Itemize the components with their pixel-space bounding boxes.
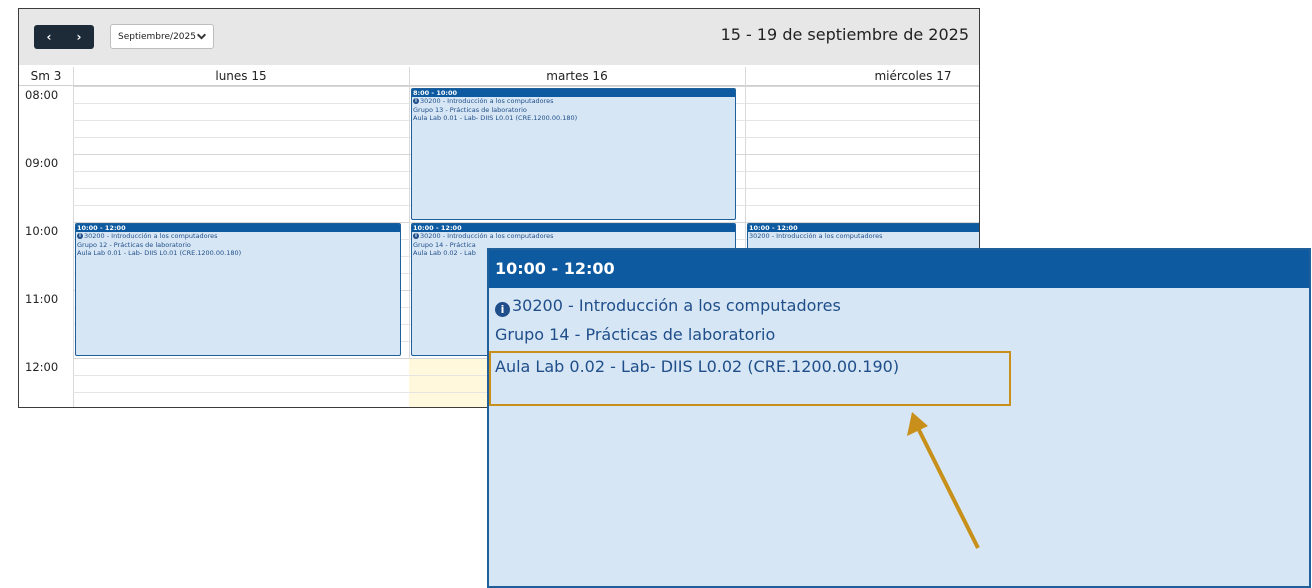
info-icon[interactable]: i xyxy=(413,233,419,239)
next-week-button[interactable]: › xyxy=(65,30,93,44)
calendar-toolbar: ‹ › Septiembre/2025 15 - 19 de septiembr… xyxy=(19,9,979,65)
zoomed-event-group: Grupo 14 - Prácticas de laboratorio xyxy=(495,325,776,344)
month-select[interactable]: Septiembre/2025 xyxy=(110,24,214,49)
day-header-monday: lunes 15 xyxy=(215,69,267,83)
event-course: i 30200 - Introducción a los computadores xyxy=(76,232,400,241)
event-course: 30200 - Introducción a los computadores xyxy=(749,232,883,240)
event-room: Aula Lab 0.01 - Lab- DIIS L0.01 (CRE.120… xyxy=(413,114,578,122)
event-course: i 30200 - Introducción a los computadores xyxy=(412,97,735,106)
hour-label-09: 09:00 xyxy=(25,156,59,170)
month-select-value: Septiembre/2025 xyxy=(118,31,196,42)
event-course: i 30200 - Introducción a los computadores xyxy=(412,232,735,241)
event-monday-1000[interactable]: 10:00 - 12:00 i 30200 - Introducción a lo… xyxy=(75,223,401,356)
grid-line xyxy=(73,86,979,87)
event-group: Grupo 12 - Prácticas de laboratorio xyxy=(77,240,191,249)
hour-label-10: 10:00 xyxy=(25,224,59,238)
event-room: Aula Lab 0.01 - Lab- DIIS L0.01 (CRE.120… xyxy=(77,249,242,257)
event-time: 10:00 - 12:00 xyxy=(76,224,400,232)
zoomed-event-detail: 10:00 - 12:00 i 30200 - Introducción a lo… xyxy=(487,248,1311,588)
week-number-label: Sm 3 xyxy=(30,69,62,83)
info-icon[interactable]: i xyxy=(77,233,83,239)
event-time: 10:00 - 12:00 xyxy=(748,224,979,232)
chevron-down-icon xyxy=(196,31,207,45)
day-header-row: Sm 3 lunes 15 martes 16 miércoles 17 xyxy=(19,67,979,86)
info-icon[interactable]: i xyxy=(495,302,510,317)
info-icon[interactable]: i xyxy=(413,98,419,104)
event-time: 8:00 - 10:00 xyxy=(412,89,735,97)
hour-label-11: 11:00 xyxy=(25,292,59,306)
hour-label-08: 08:00 xyxy=(25,88,59,102)
day-header-tuesday: martes 16 xyxy=(546,69,608,83)
event-tuesday-0800[interactable]: 8:00 - 10:00 i 30200 - Introducción a los… xyxy=(411,88,736,220)
event-group: Grupo 13 - Prácticas de laboratorio xyxy=(413,105,527,114)
hour-label-12: 12:00 xyxy=(25,360,59,374)
nav-buttons: ‹ › xyxy=(34,25,94,49)
event-time: 10:00 - 12:00 xyxy=(412,224,735,232)
date-range-title: 15 - 19 de septiembre de 2025 xyxy=(720,25,969,44)
prev-week-button[interactable]: ‹ xyxy=(35,30,63,44)
zoomed-event-time: 10:00 - 12:00 xyxy=(489,250,1309,288)
zoomed-event-course: i 30200 - Introducción a los computadores xyxy=(495,296,841,317)
day-header-wednesday: miércoles 17 xyxy=(874,69,952,83)
highlight-box xyxy=(489,351,1011,406)
